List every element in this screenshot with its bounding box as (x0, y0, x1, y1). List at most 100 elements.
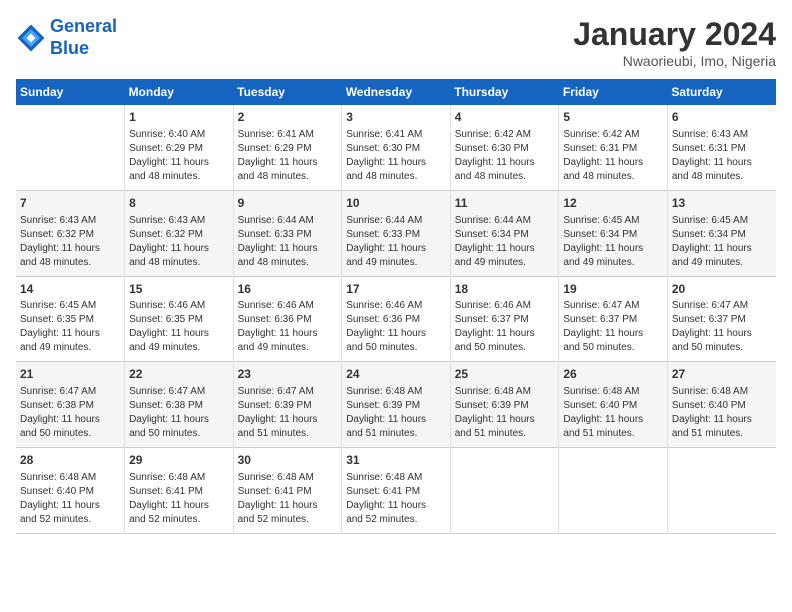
calendar-week-row: 14Sunrise: 6:45 AM Sunset: 6:35 PM Dayli… (16, 276, 776, 362)
calendar-cell: 18Sunrise: 6:46 AM Sunset: 6:37 PM Dayli… (450, 276, 559, 362)
month-title: January 2024 (573, 16, 776, 53)
calendar-cell: 21Sunrise: 6:47 AM Sunset: 6:38 PM Dayli… (16, 362, 125, 448)
calendar-week-row: 7 Sunrise: 6:43 AM Sunset: 6:32 PM Daylig… (16, 190, 776, 276)
day-number: 12 (563, 195, 663, 212)
day-detail: Sunrise: 6:48 AM Sunset: 6:39 PM Dayligh… (455, 385, 555, 441)
day-number: 25 (455, 366, 555, 383)
day-number: 14 (20, 281, 120, 298)
calendar-cell: 3 Sunrise: 6:41 AM Sunset: 6:30 PM Daylig… (342, 105, 451, 190)
day-detail: Sunrise: 6:46 AM Sunset: 6:35 PM Dayligh… (129, 299, 229, 355)
calendar-cell: 27Sunrise: 6:48 AM Sunset: 6:40 PM Dayli… (667, 362, 776, 448)
calendar-cell: 26 Sunrise: 6:48 AM Sunset: 6:40 PM Dayli… (559, 362, 668, 448)
day-number: 19 (563, 281, 663, 298)
header-friday: Friday (559, 79, 668, 105)
day-detail: Sunrise: 6:47 AM Sunset: 6:38 PM Dayligh… (20, 385, 120, 441)
calendar-cell: 12 Sunrise: 6:45 AM Sunset: 6:34 PM Dayli… (559, 190, 668, 276)
day-detail: Sunrise: 6:47 AM Sunset: 6:37 PM Dayligh… (672, 299, 772, 355)
day-detail: Sunrise: 6:45 AM Sunset: 6:35 PM Dayligh… (20, 299, 120, 355)
day-number: 10 (346, 195, 446, 212)
calendar-cell: 31 Sunrise: 6:48 AM Sunset: 6:41 PM Dayli… (342, 448, 451, 534)
calendar-cell: 4 Sunrise: 6:42 AM Sunset: 6:30 PM Daylig… (450, 105, 559, 190)
day-number: 17 (346, 281, 446, 298)
calendar-cell: 6 Sunrise: 6:43 AM Sunset: 6:31 PM Daylig… (667, 105, 776, 190)
header-wednesday: Wednesday (342, 79, 451, 105)
header-saturday: Saturday (667, 79, 776, 105)
calendar-cell: 1 Sunrise: 6:40 AM Sunset: 6:29 PM Daylig… (125, 105, 234, 190)
day-number: 1 (129, 109, 229, 126)
calendar-cell: 8 Sunrise: 6:43 AM Sunset: 6:32 PM Daylig… (125, 190, 234, 276)
day-detail: Sunrise: 6:48 AM Sunset: 6:41 PM Dayligh… (346, 471, 446, 527)
calendar-cell: 25 Sunrise: 6:48 AM Sunset: 6:39 PM Dayli… (450, 362, 559, 448)
day-detail: Sunrise: 6:42 AM Sunset: 6:30 PM Dayligh… (455, 128, 555, 184)
calendar-cell: 22 Sunrise: 6:47 AM Sunset: 6:38 PM Dayli… (125, 362, 234, 448)
day-detail: Sunrise: 6:40 AM Sunset: 6:29 PM Dayligh… (129, 128, 229, 184)
day-number: 20 (672, 281, 772, 298)
header-monday: Monday (125, 79, 234, 105)
day-number: 13 (672, 195, 772, 212)
day-detail: Sunrise: 6:48 AM Sunset: 6:39 PM Dayligh… (346, 385, 446, 441)
day-number: 28 (20, 452, 120, 469)
location: Nwaorieubi, Imo, Nigeria (573, 53, 776, 69)
calendar-cell: 11Sunrise: 6:44 AM Sunset: 6:34 PM Dayli… (450, 190, 559, 276)
calendar-cell: 16Sunrise: 6:46 AM Sunset: 6:36 PM Dayli… (233, 276, 342, 362)
calendar-table: SundayMondayTuesdayWednesdayThursdayFrid… (16, 79, 776, 534)
day-detail: Sunrise: 6:44 AM Sunset: 6:33 PM Dayligh… (238, 214, 338, 270)
calendar-cell (16, 105, 125, 190)
calendar-cell: 30 Sunrise: 6:48 AM Sunset: 6:41 PM Dayli… (233, 448, 342, 534)
calendar-cell: 5 Sunrise: 6:42 AM Sunset: 6:31 PM Daylig… (559, 105, 668, 190)
day-detail: Sunrise: 6:48 AM Sunset: 6:40 PM Dayligh… (20, 471, 120, 527)
day-detail: Sunrise: 6:45 AM Sunset: 6:34 PM Dayligh… (563, 214, 663, 270)
day-number: 2 (238, 109, 338, 126)
day-number: 4 (455, 109, 555, 126)
calendar-week-row: 21Sunrise: 6:47 AM Sunset: 6:38 PM Dayli… (16, 362, 776, 448)
day-number: 26 (563, 366, 663, 383)
day-detail: Sunrise: 6:44 AM Sunset: 6:34 PM Dayligh… (455, 214, 555, 270)
calendar-cell: 28 Sunrise: 6:48 AM Sunset: 6:40 PM Dayli… (16, 448, 125, 534)
calendar-cell: 13 Sunrise: 6:45 AM Sunset: 6:34 PM Dayli… (667, 190, 776, 276)
calendar-cell: 19Sunrise: 6:47 AM Sunset: 6:37 PM Dayli… (559, 276, 668, 362)
day-number: 8 (129, 195, 229, 212)
day-number: 18 (455, 281, 555, 298)
day-detail: Sunrise: 6:48 AM Sunset: 6:40 PM Dayligh… (563, 385, 663, 441)
calendar-cell: 23Sunrise: 6:47 AM Sunset: 6:39 PM Dayli… (233, 362, 342, 448)
day-number: 7 (20, 195, 120, 212)
day-detail: Sunrise: 6:43 AM Sunset: 6:31 PM Dayligh… (672, 128, 772, 184)
day-detail: Sunrise: 6:46 AM Sunset: 6:37 PM Dayligh… (455, 299, 555, 355)
day-detail: Sunrise: 6:43 AM Sunset: 6:32 PM Dayligh… (20, 214, 120, 270)
day-detail: Sunrise: 6:44 AM Sunset: 6:33 PM Dayligh… (346, 214, 446, 270)
day-detail: Sunrise: 6:47 AM Sunset: 6:37 PM Dayligh… (563, 299, 663, 355)
calendar-cell: 20Sunrise: 6:47 AM Sunset: 6:37 PM Dayli… (667, 276, 776, 362)
calendar-cell: 10 Sunrise: 6:44 AM Sunset: 6:33 PM Dayli… (342, 190, 451, 276)
day-number: 24 (346, 366, 446, 383)
day-number: 29 (129, 452, 229, 469)
logo-line1: General (50, 16, 117, 36)
logo-text: General Blue (50, 16, 117, 59)
day-number: 6 (672, 109, 772, 126)
calendar-cell (450, 448, 559, 534)
day-detail: Sunrise: 6:42 AM Sunset: 6:31 PM Dayligh… (563, 128, 663, 184)
day-detail: Sunrise: 6:41 AM Sunset: 6:30 PM Dayligh… (346, 128, 446, 184)
day-detail: Sunrise: 6:45 AM Sunset: 6:34 PM Dayligh… (672, 214, 772, 270)
day-detail: Sunrise: 6:48 AM Sunset: 6:40 PM Dayligh… (672, 385, 772, 441)
day-detail: Sunrise: 6:48 AM Sunset: 6:41 PM Dayligh… (129, 471, 229, 527)
day-number: 22 (129, 366, 229, 383)
calendar-cell (667, 448, 776, 534)
day-number: 30 (238, 452, 338, 469)
day-detail: Sunrise: 6:41 AM Sunset: 6:29 PM Dayligh… (238, 128, 338, 184)
header-thursday: Thursday (450, 79, 559, 105)
day-number: 31 (346, 452, 446, 469)
calendar-week-row: 1 Sunrise: 6:40 AM Sunset: 6:29 PM Daylig… (16, 105, 776, 190)
day-detail: Sunrise: 6:47 AM Sunset: 6:38 PM Dayligh… (129, 385, 229, 441)
calendar-week-row: 28 Sunrise: 6:48 AM Sunset: 6:40 PM Dayli… (16, 448, 776, 534)
day-number: 15 (129, 281, 229, 298)
day-detail: Sunrise: 6:48 AM Sunset: 6:41 PM Dayligh… (238, 471, 338, 527)
day-number: 5 (563, 109, 663, 126)
title-block: January 2024 Nwaorieubi, Imo, Nigeria (573, 16, 776, 69)
logo: General Blue (16, 16, 117, 59)
day-number: 3 (346, 109, 446, 126)
day-number: 16 (238, 281, 338, 298)
day-number: 23 (238, 366, 338, 383)
day-detail: Sunrise: 6:43 AM Sunset: 6:32 PM Dayligh… (129, 214, 229, 270)
calendar-cell: 17Sunrise: 6:46 AM Sunset: 6:36 PM Dayli… (342, 276, 451, 362)
calendar-cell: 15Sunrise: 6:46 AM Sunset: 6:35 PM Dayli… (125, 276, 234, 362)
